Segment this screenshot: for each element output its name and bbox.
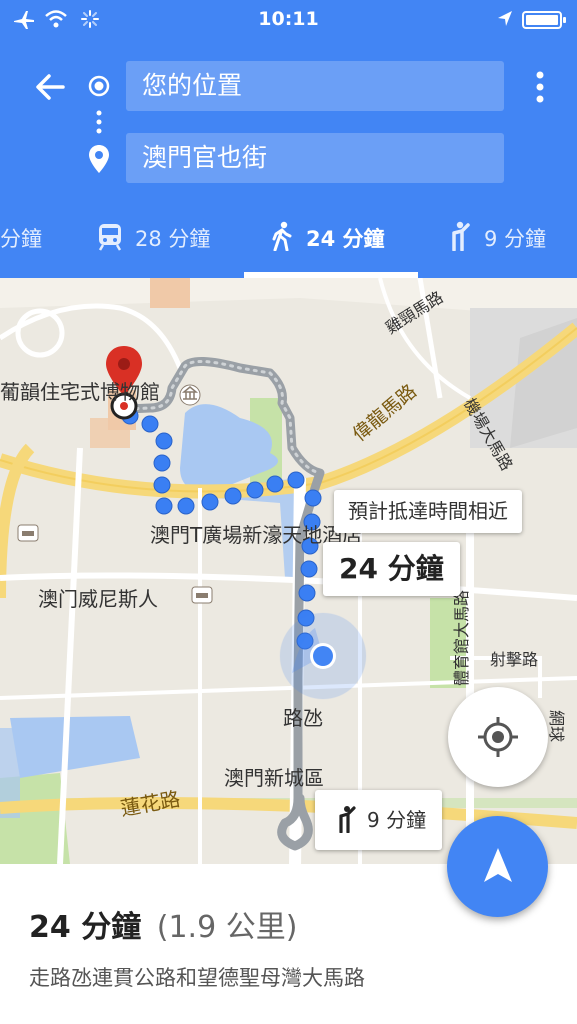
crosshair-icon — [478, 717, 518, 757]
route-duration: 24 分鐘 — [29, 910, 142, 945]
walk-icon — [272, 221, 292, 252]
directions-header: 10:11 您的位置 澳門官也街 分鐘 28 分鐘 24 分鐘 9 分鐘 — [0, 0, 577, 278]
tab-walking[interactable]: 24 分鐘 — [270, 218, 385, 260]
location-arrow-icon — [498, 11, 512, 26]
tab-driving[interactable]: 分鐘 — [0, 218, 42, 260]
route-distance: (1.9 公里) — [156, 910, 298, 945]
battery-icon — [522, 11, 566, 29]
more-options-icon[interactable] — [530, 70, 550, 104]
map-label-tai-yuk: 體育館大馬路 — [452, 589, 471, 686]
navigation-arrow-icon — [484, 848, 512, 882]
hotel-poi-icon — [17, 524, 39, 542]
tab-transit[interactable]: 28 分鐘 — [97, 218, 210, 260]
map-label-new-city: 澳門新城區 — [224, 766, 324, 790]
callout-label: 9 分鐘 — [367, 808, 427, 832]
tab-label: 28 分鐘 — [135, 227, 211, 251]
ride-hail-icon — [452, 221, 470, 252]
tab-ride-hailing[interactable]: 9 分鐘 — [444, 218, 546, 260]
origin-dot-icon — [88, 75, 110, 97]
route-summary-heading: 24 分鐘 (1.9 公里) — [29, 902, 297, 946]
status-time: 10:11 — [258, 8, 319, 30]
map-label-network: 網球 — [547, 710, 566, 743]
tab-label: 9 分鐘 — [484, 227, 547, 251]
destination-pin-icon — [89, 145, 109, 173]
museum-poi-icon — [179, 384, 201, 406]
tab-label: 分鐘 — [0, 227, 42, 251]
callout-label: 預計抵達時間相近 — [348, 499, 508, 523]
destination-input[interactable]: 澳門官也街 — [126, 133, 504, 183]
my-location-button[interactable] — [448, 687, 548, 787]
similar-eta-callout[interactable]: 預計抵達時間相近 — [334, 490, 522, 533]
hotel-poi-icon — [191, 586, 213, 604]
origin-input[interactable]: 您的位置 — [126, 61, 504, 111]
train-icon — [98, 224, 122, 251]
ride-hail-icon — [339, 806, 356, 834]
start-navigation-button[interactable] — [447, 816, 548, 917]
map-label-she-kai: 射擊路 — [490, 650, 539, 669]
status-bar: 10:11 — [0, 0, 577, 38]
route-description: 走路氹連貫公路和望德聖母灣大馬路 — [29, 966, 365, 990]
callout-label: 24 分鐘 — [339, 552, 444, 585]
tab-label: 24 分鐘 — [306, 227, 385, 251]
map-view[interactable]: 葡韻住宅式博物館 澳門T廣場新濠天地酒店 澳门威尼斯人 雞頸馬路 偉龍馬路 機場… — [0, 278, 577, 864]
back-arrow-icon[interactable] — [33, 70, 67, 104]
map-label-estrada: 路氹 — [283, 706, 323, 730]
route-duration-callout[interactable]: 24 分鐘 — [323, 542, 460, 596]
route-connector-dots — [96, 110, 102, 134]
map-label-venetian: 澳门威尼斯人 — [38, 587, 158, 611]
map-label-museum: 葡韻住宅式博物館 — [0, 380, 160, 404]
ride-hail-callout[interactable]: 9 分鐘 — [315, 790, 443, 850]
